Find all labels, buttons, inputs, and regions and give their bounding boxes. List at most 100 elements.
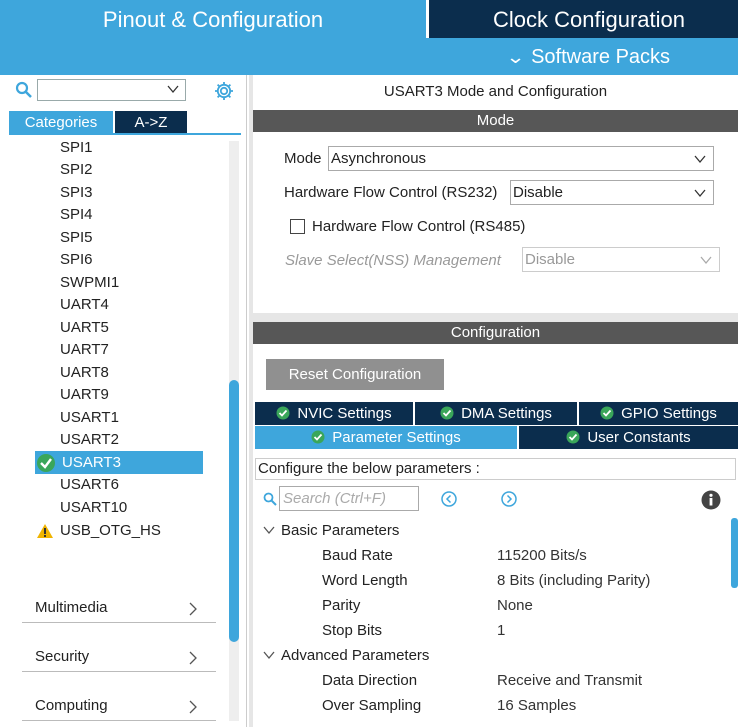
peripheral-item-label: USB_OTG_HS [60,522,161,539]
parameter-scrollbar-thumb[interactable] [731,518,738,588]
peripheral-item[interactable]: SPI1 [60,137,93,159]
gear-icon[interactable] [213,80,235,102]
hw-flow-control-rs232-value: Disable [513,184,564,201]
parameter-search-input[interactable]: Search (Ctrl+F) [279,486,419,511]
top-tabs: Pinout & Configuration Clock Configurati… [0,0,738,38]
peripheral-item-selected[interactable]: USART3 [35,451,203,474]
next-result-icon[interactable] [501,491,517,507]
left-panel: Categories A->Z SPI1 SPI2 SPI3 SPI4 SPI5… [0,75,247,727]
slave-select-nss-label: Slave Select(NSS) Management [285,252,501,269]
tab-user-constants[interactable]: User Constants [519,426,738,449]
chevron-right-icon [189,602,197,616]
chevron-down-icon [167,85,179,94]
chevron-down-icon [263,651,275,660]
slave-select-nss-select[interactable]: Disable [522,247,720,272]
peripheral-item[interactable]: SPI6 [60,249,93,271]
peripheral-item[interactable]: SPI5 [60,227,93,249]
param-name: Baud Rate [322,547,393,564]
mode-select-value: Asynchronous [331,150,427,167]
category-label: Security [35,648,90,665]
param-value[interactable]: 8 Bits (including Parity) [497,572,650,589]
check-circle-icon [600,406,614,420]
search-icon[interactable] [15,81,32,98]
tab-label: User Constants [587,429,691,446]
slave-select-nss-value: Disable [525,251,576,268]
mode-configuration-title: USART3 Mode and Configuration [383,83,608,100]
configure-parameters-hint: Configure the below parameters : [255,458,736,480]
param-value[interactable]: 16 Samples [497,697,576,714]
chevron-down-icon [263,526,275,535]
chevron-right-icon [189,651,197,665]
peripheral-item-warning[interactable]: USB_OTG_HS [36,520,216,542]
configuration-header: Configuration [253,322,738,344]
rs485-checkbox[interactable] [290,219,305,234]
chevron-down-icon [700,256,712,265]
peripheral-item[interactable]: UART8 [60,362,109,384]
check-circle-icon [37,454,55,472]
tab-dma-settings[interactable]: DMA Settings [415,402,577,425]
peripheral-item[interactable]: SPI3 [60,182,93,204]
check-circle-icon [440,406,454,420]
advanced-parameters-group[interactable]: Advanced Parameters [263,647,429,664]
warning-icon [37,524,53,538]
peripheral-item[interactable]: UART5 [60,317,109,339]
peripheral-search-select[interactable] [37,79,186,101]
param-name: Data Direction [322,672,418,689]
chevron-down-icon: ⌄ [505,47,526,67]
right-panel: USART3 Mode and Configuration Mode Mode … [249,75,738,727]
basic-parameters-group[interactable]: Basic Parameters [263,522,399,539]
param-value[interactable]: Receive and Transmit [497,672,642,689]
left-scrollbar-thumb[interactable] [229,380,239,642]
reset-configuration-button[interactable]: Reset Configuration [266,359,444,390]
param-name: Stop Bits [322,622,383,639]
chevron-right-icon [189,700,197,714]
category-multimedia[interactable]: Multimedia [22,582,216,623]
check-circle-icon [566,430,580,444]
tab-underline [9,133,241,135]
peripheral-item[interactable]: SPI4 [60,204,93,226]
peripheral-item[interactable]: UART7 [60,339,109,361]
category-label: Computing [35,697,108,714]
peripheral-item-label: USART3 [62,454,121,471]
tab-categories[interactable]: Categories [9,111,113,133]
tab-clock-configuration[interactable]: Clock Configuration [429,0,738,38]
peripheral-item[interactable]: USART1 [60,407,119,429]
tab-a-z[interactable]: A->Z [115,111,187,133]
tab-gpio-settings[interactable]: GPIO Settings [579,402,738,425]
mode-area: USART3 Mode and Configuration Mode Mode … [253,75,738,313]
peripheral-item[interactable]: UART9 [60,384,109,406]
param-value[interactable]: None [497,597,533,614]
peripheral-item[interactable]: USART6 [60,474,119,496]
tab-label: DMA Settings [461,405,552,422]
category-computing[interactable]: Computing [22,680,216,721]
peripheral-item[interactable]: SPI2 [60,159,93,181]
configuration-area: Configuration Reset Configuration NVIC S… [253,322,738,727]
param-value[interactable]: 1 [497,622,505,639]
tab-label: Parameter Settings [332,429,461,446]
software-packs-menu[interactable]: ⌄ Software Packs [505,38,671,77]
software-packs-label: Software Packs [531,46,671,68]
param-name: Word Length [322,572,408,589]
check-circle-icon [311,430,325,444]
category-label: Multimedia [35,599,108,616]
category-security[interactable]: Security [22,631,216,672]
group-label: Advanced Parameters [281,647,430,664]
chevron-down-icon [694,155,706,164]
previous-result-icon[interactable] [441,491,457,507]
software-packs-bar: ⌄ Software Packs [0,38,738,75]
hw-flow-control-rs232-select[interactable]: Disable [510,180,714,205]
param-value[interactable]: 115200 Bits/s [497,547,587,564]
info-icon[interactable] [701,490,721,510]
param-name: Over Sampling [322,697,422,714]
peripheral-item[interactable]: USART2 [60,429,119,451]
peripheral-item[interactable]: SWPMI1 [60,272,119,294]
check-circle-icon [276,406,290,420]
tab-nvic-settings[interactable]: NVIC Settings [255,402,413,425]
mode-select[interactable]: Asynchronous [328,146,714,171]
search-icon[interactable] [263,492,277,506]
peripheral-item[interactable]: UART4 [60,294,109,316]
tab-label: GPIO Settings [621,405,717,422]
peripheral-item[interactable]: USART10 [60,497,127,519]
tab-pinout-configuration[interactable]: Pinout & Configuration [0,0,426,38]
tab-parameter-settings[interactable]: Parameter Settings [255,426,517,449]
